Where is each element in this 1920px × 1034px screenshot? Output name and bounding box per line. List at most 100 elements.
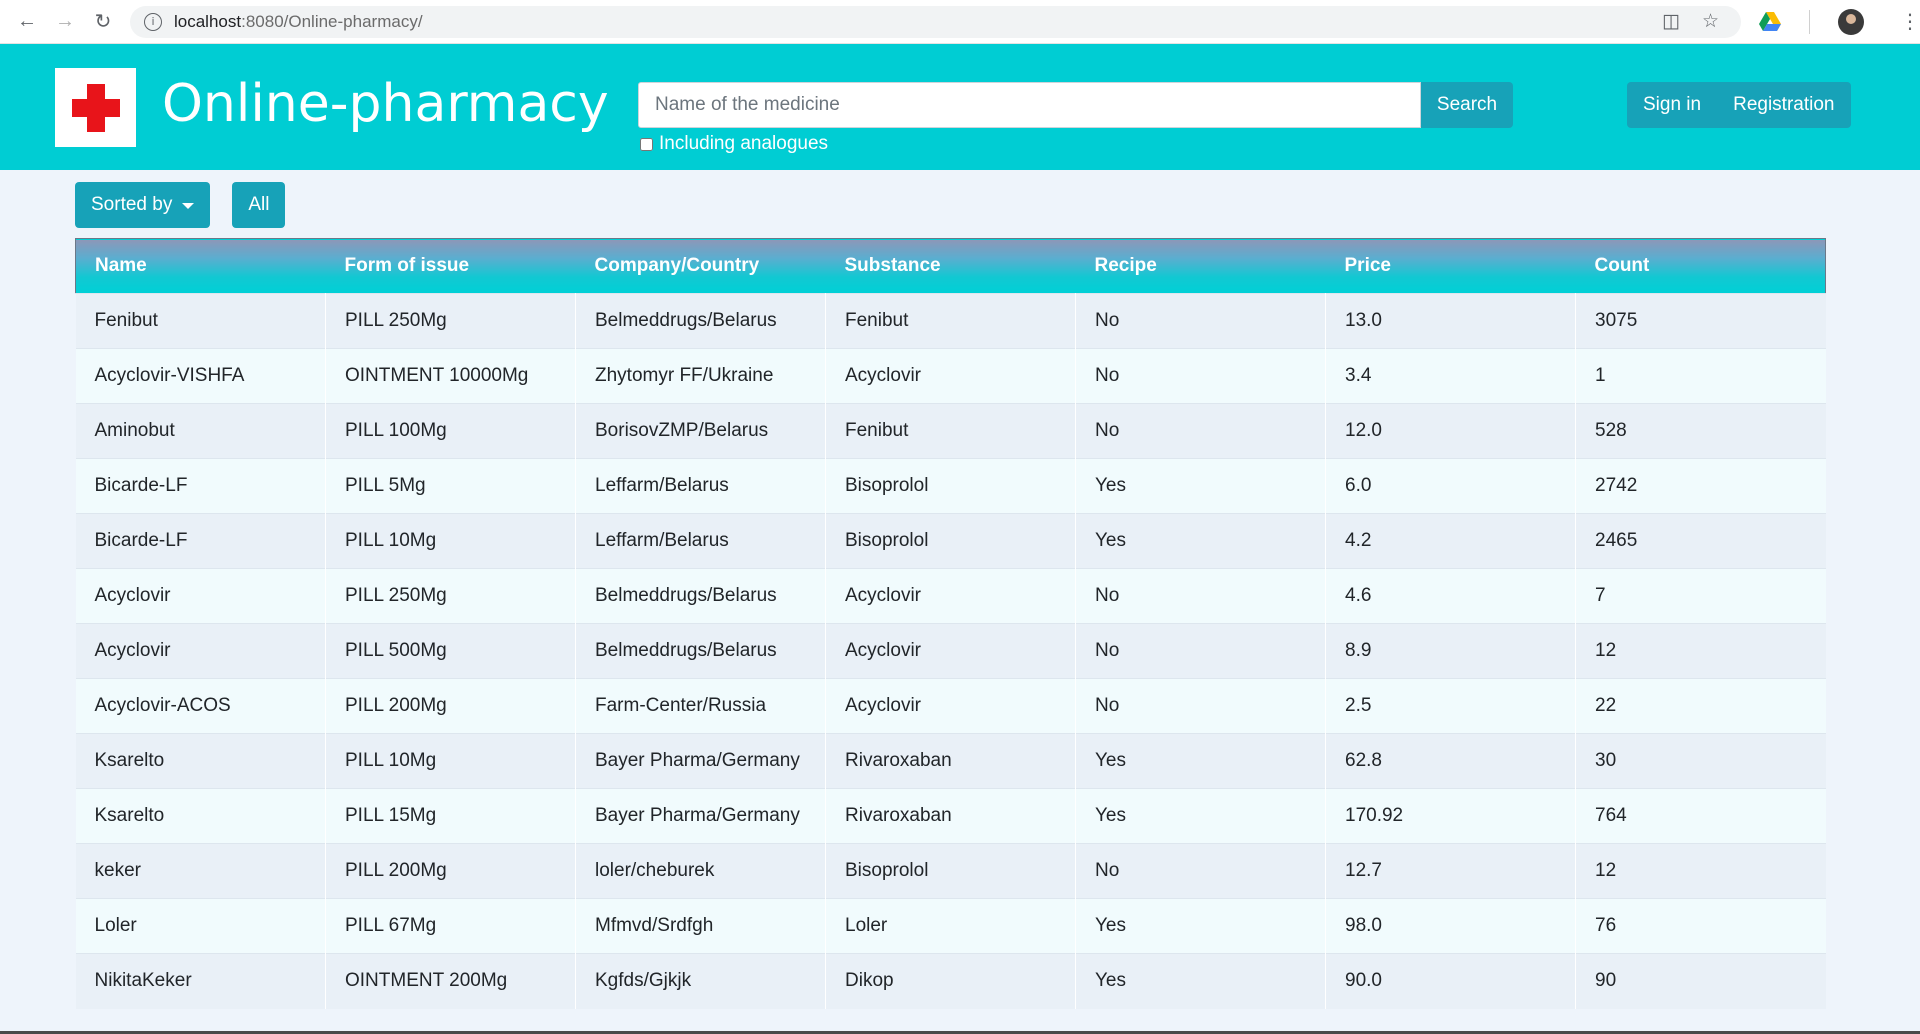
table-cell: No bbox=[1075, 678, 1326, 734]
table-cell: Acyclovir bbox=[825, 678, 1076, 734]
forward-icon[interactable]: → bbox=[52, 9, 78, 35]
table-cell: Ksarelto bbox=[75, 733, 326, 789]
table-cell: Leffarm/Belarus bbox=[575, 458, 826, 514]
table-cell: 2465 bbox=[1575, 513, 1826, 569]
table-cell: 3075 bbox=[1575, 293, 1826, 349]
column-header: Recipe bbox=[1094, 255, 1157, 276]
table-cell: Fenibut bbox=[825, 293, 1076, 349]
table-cell: Bicarde-LF bbox=[75, 458, 326, 514]
table-header-row: Name Form of issue Company/Country Substanc… bbox=[75, 238, 1826, 294]
table-cell: Yes bbox=[1075, 788, 1326, 844]
sign-in-button[interactable]: Sign in bbox=[1627, 82, 1717, 128]
table-cell: Aminobut bbox=[75, 403, 326, 459]
table-row[interactable]: Acyclovir PILL 500Mg Belmeddrugs/Belarus Ac… bbox=[75, 623, 1826, 679]
table-row[interactable]: Bicarde-LF PILL 10Mg Leffarm/Belarus Bisopr… bbox=[75, 513, 1826, 569]
browser-menu-icon[interactable]: ⋮ bbox=[1900, 9, 1920, 34]
medicine-search-input[interactable] bbox=[638, 82, 1421, 128]
table-row[interactable]: Fenibut PILL 250Mg Belmeddrugs/Belarus Feni… bbox=[75, 293, 1826, 349]
table-row[interactable]: Loler PILL 67Mg Mfmvd/Srdfgh Loler Yes 98.0 76 bbox=[75, 898, 1826, 954]
back-icon[interactable]: ← bbox=[14, 9, 40, 35]
table-cell: Belmeddrugs/Belarus bbox=[575, 293, 826, 349]
table-cell: Yes bbox=[1075, 458, 1326, 514]
table-cell: PILL 200Mg bbox=[325, 678, 576, 734]
table-cell: Acyclovir bbox=[75, 623, 326, 679]
table-cell: NikitaKeker bbox=[75, 953, 326, 1009]
table-cell: 13.0 bbox=[1325, 293, 1576, 349]
table-row[interactable]: Acyclovir-ACOS PILL 200Mg Farm-Center/Russ… bbox=[75, 678, 1826, 734]
table-cell: Bicarde-LF bbox=[75, 513, 326, 569]
toolbar-separator bbox=[1809, 9, 1810, 34]
table-cell: Bisoprolol bbox=[825, 458, 1076, 514]
table-row[interactable]: Ksarelto PILL 15Mg Bayer Pharma/Germany Riv… bbox=[75, 788, 1826, 844]
table-cell: Dikop bbox=[825, 953, 1076, 1009]
column-header: Count bbox=[1594, 255, 1650, 276]
address-bar[interactable]: i localhost:8080/Online-pharmacy/ ◫ ☆ bbox=[130, 5, 1741, 38]
caret-down-icon bbox=[182, 203, 195, 209]
site-title: Online-pharmacy bbox=[162, 74, 609, 134]
table-cell: 6.0 bbox=[1325, 458, 1576, 514]
table-cell: Rivaroxaban bbox=[825, 733, 1076, 789]
table-cell: Acyclovir bbox=[825, 623, 1076, 679]
translate-icon[interactable]: ◫ bbox=[1662, 10, 1680, 33]
table-cell: 12 bbox=[1575, 623, 1826, 679]
including-analogues-checkbox[interactable] bbox=[640, 137, 653, 151]
table-cell: 90 bbox=[1575, 953, 1826, 1009]
google-drive-icon[interactable] bbox=[1759, 11, 1781, 32]
table-cell: Loler bbox=[825, 898, 1076, 954]
table-cell: PILL 100Mg bbox=[325, 403, 576, 459]
table-cell: 4.2 bbox=[1325, 513, 1576, 569]
table-cell: PILL 250Mg bbox=[325, 568, 576, 624]
table-cell: Acyclovir bbox=[75, 568, 326, 624]
table-cell: PILL 250Mg bbox=[325, 293, 576, 349]
table-row[interactable]: Aminobut PILL 100Mg BorisovZMP/Belarus Feni… bbox=[75, 403, 1826, 459]
table-cell: No bbox=[1075, 293, 1326, 349]
table-cell: OINTMENT 10000Mg bbox=[325, 348, 576, 404]
site-header: Online-pharmacy Search Including analogu… bbox=[0, 44, 1920, 170]
table-cell: 7 bbox=[1575, 568, 1826, 624]
profile-avatar[interactable] bbox=[1838, 8, 1864, 35]
all-button[interactable]: All bbox=[232, 182, 286, 228]
table-cell: No bbox=[1075, 568, 1326, 624]
table-cell: Bisoprolol bbox=[825, 843, 1076, 899]
table-row[interactable]: Bicarde-LF PILL 5Mg Leffarm/Belarus Bisopro… bbox=[75, 458, 1826, 514]
column-header: Price bbox=[1344, 255, 1391, 276]
table-cell: Zhytomyr FF/Ukraine bbox=[575, 348, 826, 404]
search-button[interactable]: Search bbox=[1421, 82, 1513, 128]
registration-button[interactable]: Registration bbox=[1717, 82, 1850, 128]
table-cell: Bayer Pharma/Germany bbox=[575, 788, 826, 844]
table-cell: 3.4 bbox=[1325, 348, 1576, 404]
table-cell: keker bbox=[75, 843, 326, 899]
table-cell: PILL 200Mg bbox=[325, 843, 576, 899]
table-cell: Ksarelto bbox=[75, 788, 326, 844]
table-cell: 30 bbox=[1575, 733, 1826, 789]
table-row[interactable]: keker PILL 200Mg loler/cheburek Bisoprolol N… bbox=[75, 843, 1826, 899]
url-host: localhost bbox=[174, 11, 242, 31]
table-row[interactable]: Ksarelto PILL 10Mg Bayer Pharma/Germany Riv… bbox=[75, 733, 1826, 789]
table-cell: Fenibut bbox=[75, 293, 326, 349]
table-cell: 12.0 bbox=[1325, 403, 1576, 459]
table-row[interactable]: Acyclovir PILL 250Mg Belmeddrugs/Belarus Ac… bbox=[75, 568, 1826, 624]
table-cell: OINTMENT 200Mg bbox=[325, 953, 576, 1009]
table-cell: Farm-Center/Russia bbox=[575, 678, 826, 734]
table-row[interactable]: NikitaKeker OINTMENT 200Mg Kgfds/Gjkjk Diko… bbox=[75, 953, 1826, 1009]
table-cell: Loler bbox=[75, 898, 326, 954]
bookmark-star-icon[interactable]: ☆ bbox=[1702, 10, 1719, 33]
table-cell: Yes bbox=[1075, 898, 1326, 954]
table-cell: 170.92 bbox=[1325, 788, 1576, 844]
table-cell: Yes bbox=[1075, 513, 1326, 569]
column-header: Substance bbox=[844, 255, 941, 276]
auth-buttons: Sign in Registration bbox=[1627, 82, 1851, 128]
table-cell: 12 bbox=[1575, 843, 1826, 899]
site-info-icon[interactable]: i bbox=[144, 12, 162, 31]
table-cell: loler/cheburek bbox=[575, 843, 826, 899]
sorted-by-dropdown[interactable]: Sorted by bbox=[75, 182, 211, 228]
table-cell: Yes bbox=[1075, 953, 1326, 1009]
table-cell: 4.6 bbox=[1325, 568, 1576, 624]
table-cell: PILL 67Mg bbox=[325, 898, 576, 954]
table-cell: Acyclovir bbox=[825, 348, 1076, 404]
table-cell: 528 bbox=[1575, 403, 1826, 459]
reload-icon[interactable]: ↻ bbox=[90, 9, 116, 35]
including-analogues-option[interactable]: Including analogues bbox=[640, 133, 828, 155]
table-row[interactable]: Acyclovir-VISHFA OINTMENT 10000Mg Zhytomyr… bbox=[75, 348, 1826, 404]
column-header: Form of issue bbox=[344, 255, 470, 276]
